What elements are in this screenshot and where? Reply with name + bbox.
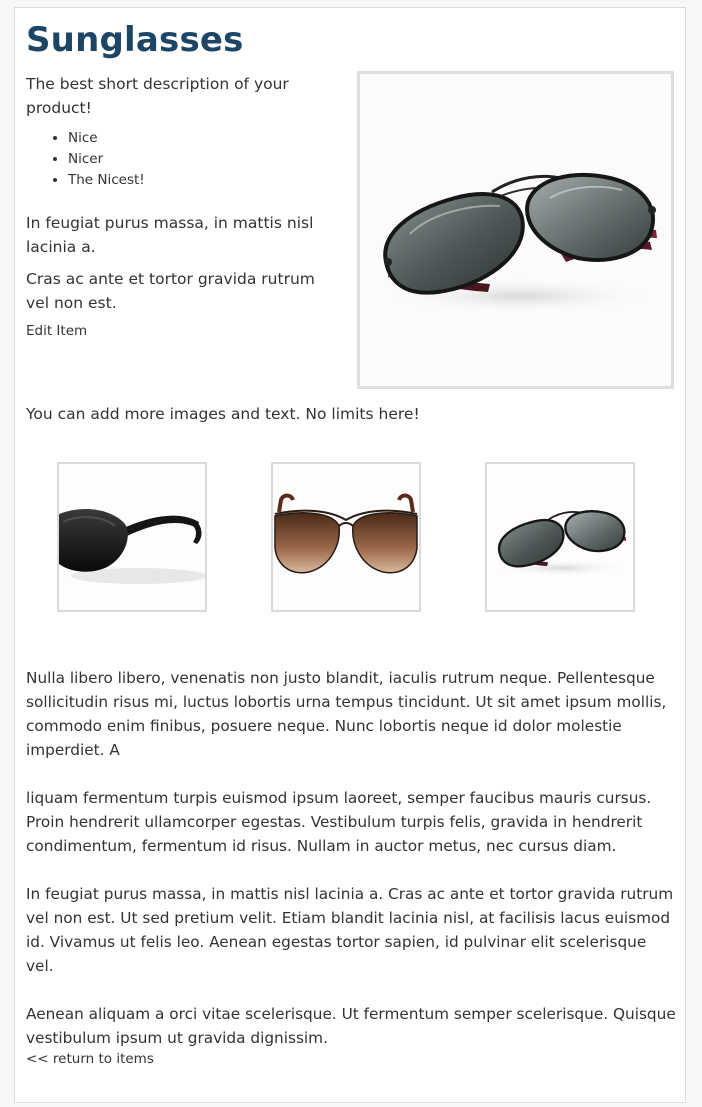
black-wrap-sunglasses-image	[59, 464, 205, 610]
gallery-intro-text: You can add more images and text. No lim…	[26, 405, 420, 423]
feature-item: The Nicest!	[68, 170, 336, 191]
long-description: Nulla libero libero, venenatis non justo…	[26, 666, 678, 1074]
feature-list: Nice Nicer The Nicest!	[68, 128, 336, 191]
return-to-items-link[interactable]: << return to items	[26, 1051, 154, 1067]
main-product-image[interactable]	[357, 71, 674, 389]
aviator-sunglasses-image	[487, 464, 633, 610]
body-paragraph: In feugiat purus massa, in mattis nisl l…	[26, 885, 674, 975]
body-paragraph: Aenean aliquam a orci vitae scelerisque.…	[26, 1005, 676, 1047]
page-title: Sunglasses	[26, 20, 244, 60]
body-paragraph: liquam fermentum turpis euismod ipsum la…	[26, 789, 652, 855]
aviator-sunglasses-image	[360, 74, 671, 386]
edit-item-link[interactable]: Edit Item	[26, 323, 87, 339]
body-paragraph: Nulla libero libero, venenatis non justo…	[26, 669, 667, 759]
thumbnail-2[interactable]	[271, 462, 421, 612]
thumbnail-3[interactable]	[485, 462, 635, 612]
thumbnail-1[interactable]	[57, 462, 207, 612]
brown-gradient-sunglasses-image	[273, 464, 419, 610]
short-description: The best short description of your produ…	[26, 75, 289, 117]
product-summary: The best short description of your produ…	[26, 72, 336, 339]
feature-item: Nice	[68, 128, 336, 149]
feature-item: Nicer	[68, 149, 336, 170]
description-paragraph: In feugiat purus massa, in mattis nisl l…	[26, 214, 314, 256]
product-card: Sunglasses The best short description of…	[14, 7, 686, 1103]
description-paragraph: Cras ac ante et tortor gravida rutrum ve…	[26, 270, 315, 312]
